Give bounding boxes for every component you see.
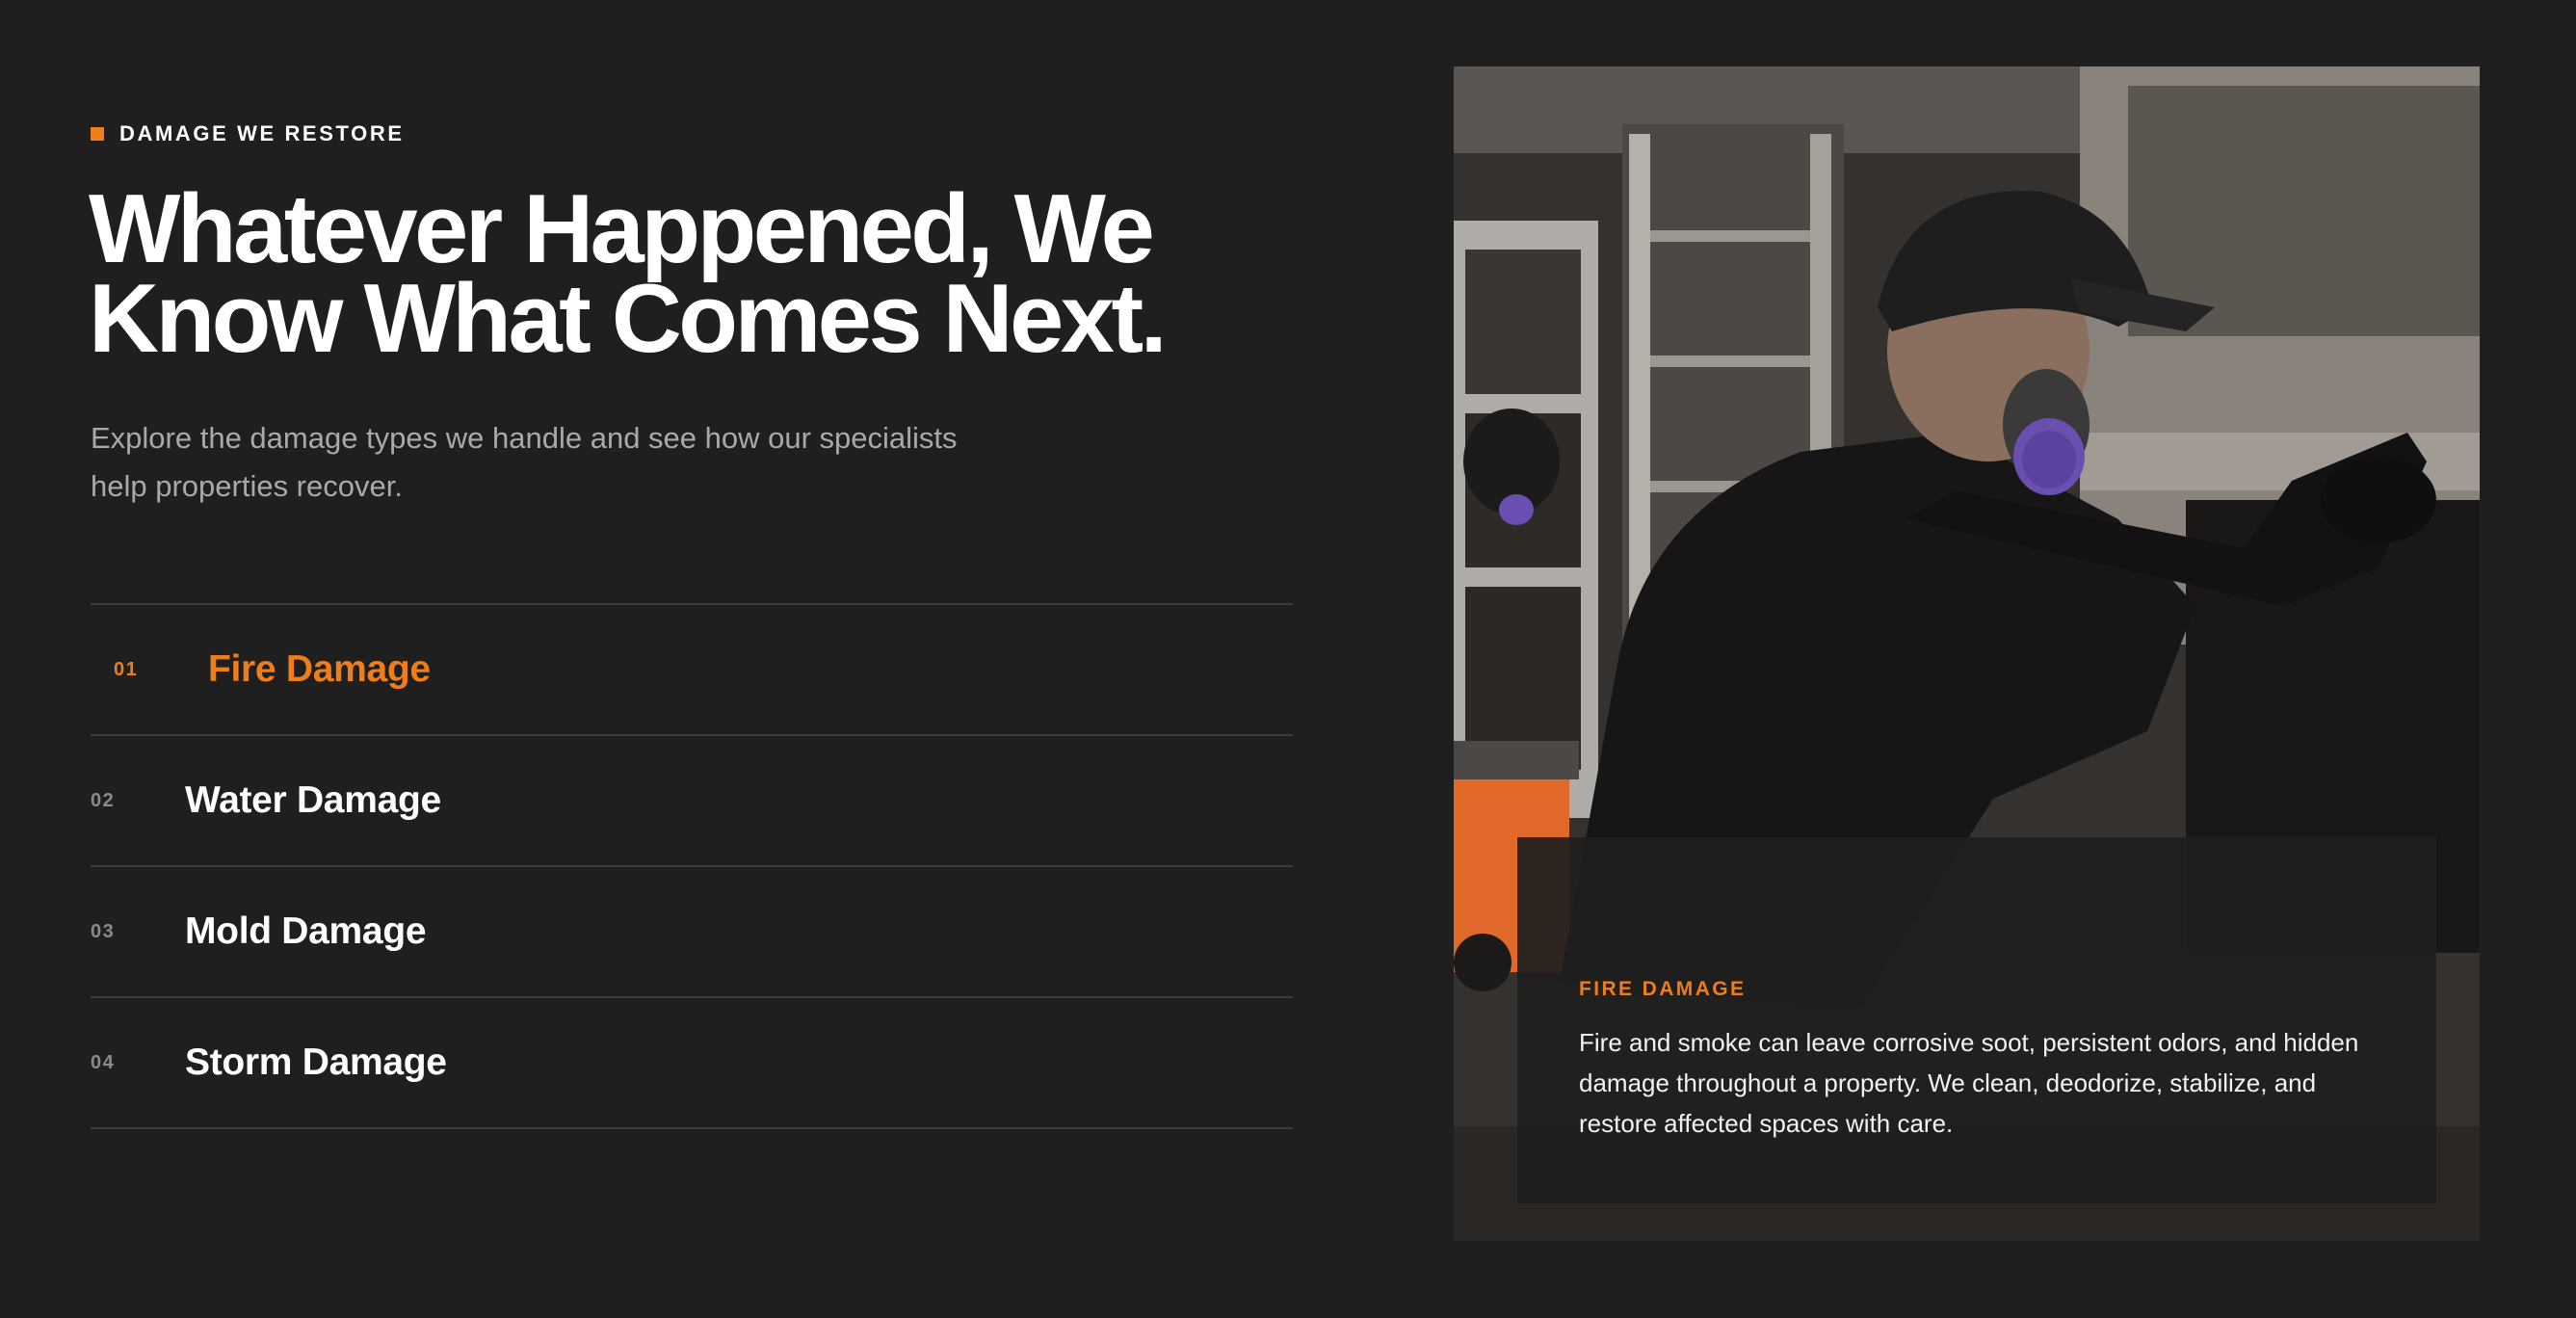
damage-item-label: Water Damage (185, 779, 441, 821)
eyebrow-label: DAMAGE WE RESTORE (119, 121, 405, 145)
damage-item-number: 03 (91, 920, 116, 942)
damage-item-water[interactable]: 02 Water Damage (91, 736, 1293, 867)
orange-square-icon (91, 127, 104, 141)
card-title: FIRE DAMAGE (1579, 978, 1747, 1000)
damage-item-label: Fire Damage (208, 648, 431, 690)
damage-detail-card: FIRE DAMAGE Fire and smoke can leave cor… (1517, 837, 2436, 1203)
damage-item-label: Mold Damage (185, 910, 427, 952)
card-description: Fire and smoke can leave corrosive soot,… (1579, 1028, 2359, 1138)
damage-item-number: 01 (114, 658, 139, 680)
damage-item-label: Storm Damage (185, 1041, 447, 1083)
section-subtitle: Explore the damage types we handle and s… (91, 414, 1054, 511)
section-headline: Whatever Happened, We Know What Comes Ne… (89, 181, 1245, 368)
subtitle-line-2: help properties recover. (91, 469, 403, 503)
damage-item-fire[interactable]: 01 Fire Damage (91, 605, 1293, 736)
damage-type-list: 01 Fire Damage 02 Water Damage 03 Mold D… (91, 603, 1293, 1129)
section-eyebrow: DAMAGE WE RESTORE (91, 121, 405, 146)
damage-item-mold[interactable]: 03 Mold Damage (91, 867, 1293, 998)
damage-item-storm[interactable]: 04 Storm Damage (91, 998, 1293, 1129)
headline-line-2: Know What Comes Next. (89, 265, 1168, 373)
damage-item-number: 02 (91, 789, 116, 811)
damage-item-number: 04 (91, 1051, 116, 1073)
subtitle-line-1: Explore the damage types we handle and s… (91, 421, 958, 455)
restoration-photo: FIRE DAMAGE Fire and smoke can leave cor… (1454, 66, 2480, 1241)
